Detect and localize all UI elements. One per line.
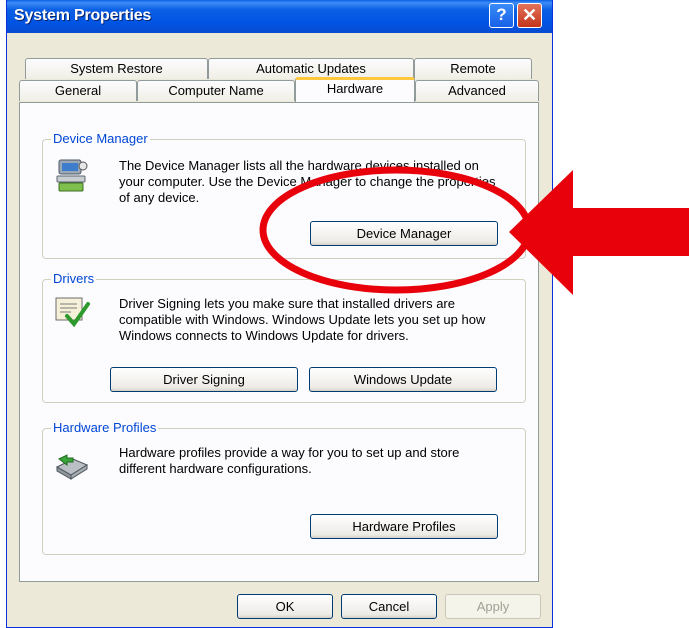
hardware-tab-panel: Device Manager The Device Manager lists … — [19, 102, 539, 582]
tab-automatic-updates[interactable]: Automatic Updates — [208, 58, 414, 79]
tab-label: Automatic Updates — [256, 61, 366, 76]
driver-certificate-icon — [55, 297, 90, 328]
tab-label: System Restore — [70, 61, 163, 76]
apply-button[interactable]: Apply — [445, 594, 541, 619]
hardware-profiles-group: Hardware Profiles Hardware profiles prov… — [42, 420, 526, 555]
tab-general[interactable]: General — [19, 80, 137, 101]
tab-label: Advanced — [448, 83, 506, 98]
button-label: Cancel — [368, 599, 410, 614]
button-label: Windows Update — [353, 372, 453, 387]
help-button[interactable]: ? — [489, 3, 514, 28]
group-label: Drivers — [51, 271, 97, 286]
driver-signing-button[interactable]: Driver Signing — [110, 367, 298, 392]
tab-hardware[interactable]: Hardware — [295, 77, 415, 102]
tab-label: General — [54, 83, 102, 98]
title-bar[interactable]: System Properties ? ✕ — [7, 0, 552, 33]
hardware-profiles-description: Hardware profiles provide a way for you … — [119, 445, 460, 476]
button-label: Hardware Profiles — [352, 519, 456, 534]
group-label: Hardware Profiles — [51, 420, 159, 435]
hardware-profiles-icon — [55, 454, 89, 480]
cancel-button[interactable]: Cancel — [341, 594, 437, 619]
windows-update-button[interactable]: Windows Update — [309, 367, 497, 392]
device-manager-description: The Device Manager lists all the hardwar… — [119, 158, 496, 205]
button-label: Apply — [476, 599, 510, 614]
tab-label: Hardware — [326, 81, 384, 96]
device-manager-button[interactable]: Device Manager — [310, 221, 498, 246]
close-button[interactable]: ✕ — [517, 3, 542, 28]
device-manager-icon — [56, 159, 88, 192]
button-label: Device Manager — [356, 226, 452, 241]
window-title: System Properties — [14, 7, 152, 24]
hardware-profiles-button[interactable]: Hardware Profiles — [310, 514, 498, 539]
close-icon: ✕ — [521, 5, 538, 25]
tab-advanced[interactable]: Advanced — [415, 80, 539, 101]
drivers-description: Driver Signing lets you make sure that i… — [119, 296, 486, 343]
ok-button[interactable]: OK — [237, 594, 333, 619]
tab-remote[interactable]: Remote — [414, 58, 532, 79]
drivers-group: Drivers Driver Signing lets you make sur… — [42, 271, 526, 403]
tab-label: Remote — [450, 61, 496, 76]
device-manager-group: Device Manager The Device Manager lists … — [42, 131, 526, 259]
group-label: Device Manager — [51, 131, 150, 146]
tab-label: Computer Name — [168, 83, 264, 98]
button-label: Driver Signing — [163, 372, 245, 387]
tab-computer-name[interactable]: Computer Name — [137, 80, 295, 101]
button-label: OK — [275, 599, 295, 614]
system-properties-window: System Properties ? ✕ System Restore Aut… — [6, 0, 553, 628]
help-icon: ? — [496, 5, 507, 24]
tab-system-restore[interactable]: System Restore — [25, 58, 208, 79]
